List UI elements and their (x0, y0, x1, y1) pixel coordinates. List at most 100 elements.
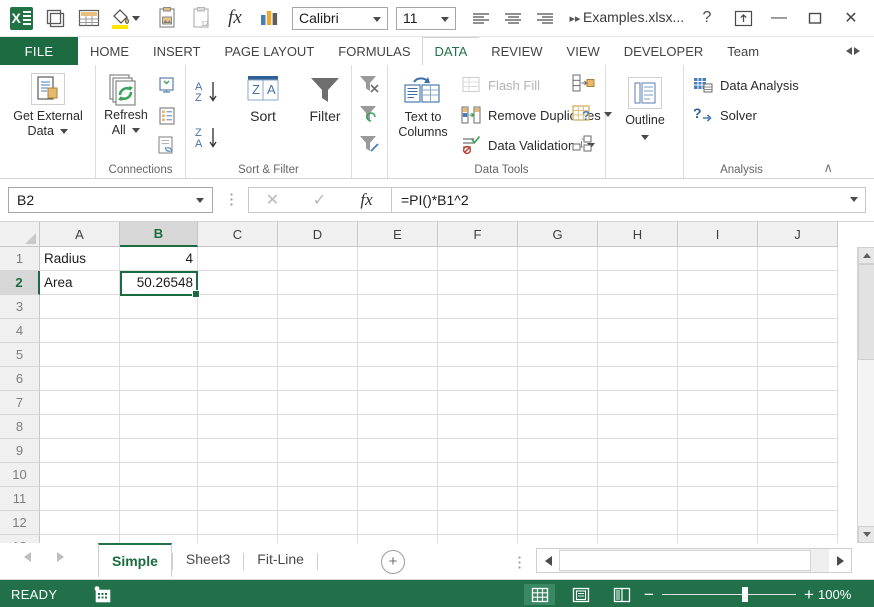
row-header-9[interactable]: 9 (0, 439, 40, 463)
zoom-track[interactable] (662, 584, 796, 605)
cell-i4[interactable] (678, 319, 758, 343)
cell-i11[interactable] (678, 487, 758, 511)
refresh-all-dropdown-icon[interactable] (132, 128, 141, 134)
fill-color-dropdown-icon[interactable] (132, 15, 140, 21)
cell-j7[interactable] (758, 391, 838, 415)
previous-sheet-icon[interactable] (24, 552, 31, 562)
table-icon[interactable] (72, 2, 106, 34)
cell-c3[interactable] (198, 295, 278, 319)
cell-g6[interactable] (518, 367, 598, 391)
cancel-formula-button[interactable]: ✕ (249, 188, 296, 212)
zoom-slider[interactable]: − + (636, 584, 822, 605)
cell-j11[interactable] (758, 487, 838, 511)
cell-b4[interactable] (120, 319, 198, 343)
paste-12-icon[interactable]: 12 (184, 2, 218, 34)
column-header-a[interactable]: A (40, 222, 120, 247)
cell-i6[interactable] (678, 367, 758, 391)
cell-g7[interactable] (518, 391, 598, 415)
cell-b12[interactable] (120, 511, 198, 535)
cell-c1[interactable] (198, 247, 278, 271)
cell-i12[interactable] (678, 511, 758, 535)
cell-b1[interactable]: 4 (120, 247, 198, 271)
cell-e11[interactable] (358, 487, 438, 511)
cell-b5[interactable] (120, 343, 198, 367)
cell-d4[interactable] (278, 319, 358, 343)
cell-h6[interactable] (598, 367, 678, 391)
font-name-dropdown-icon[interactable] (373, 16, 381, 22)
cell-f4[interactable] (438, 319, 518, 343)
close-button[interactable]: ✕ (834, 4, 868, 32)
column-header-g[interactable]: G (518, 222, 598, 247)
row-header-13[interactable]: 13 (0, 535, 40, 543)
page-break-view-button[interactable] (606, 584, 637, 605)
tab-scroll-right-icon[interactable] (854, 47, 860, 55)
cell-a4[interactable] (40, 319, 120, 343)
cell-h5[interactable] (598, 343, 678, 367)
row-header-2[interactable]: 2 (0, 271, 40, 295)
align-right-icon[interactable] (532, 5, 558, 31)
properties-button[interactable] (154, 105, 178, 127)
cell-f7[interactable] (438, 391, 518, 415)
tab-scroll-left-icon[interactable] (846, 47, 852, 55)
zoom-thumb[interactable] (742, 587, 748, 602)
data-analysis-button[interactable]: Data Analysis (692, 75, 799, 95)
cell-a12[interactable] (40, 511, 120, 535)
tab-team[interactable]: Team (715, 37, 772, 65)
tab-home[interactable]: HOME (78, 37, 141, 65)
column-header-h[interactable]: H (598, 222, 678, 247)
cell-f8[interactable] (438, 415, 518, 439)
cell-g10[interactable] (518, 463, 598, 487)
name-box[interactable]: B2 (8, 187, 213, 213)
cell-g5[interactable] (518, 343, 598, 367)
cell-j12[interactable] (758, 511, 838, 535)
tab-data[interactable]: DATA (421, 37, 480, 65)
cell-j5[interactable] (758, 343, 838, 367)
row-header-5[interactable]: 5 (0, 343, 40, 367)
cell-j1[interactable] (758, 247, 838, 271)
cell-b6[interactable] (120, 367, 198, 391)
scroll-right-button[interactable] (829, 549, 851, 572)
vertical-scrollbar[interactable] (857, 247, 874, 543)
clear-filter-button[interactable] (356, 73, 382, 97)
horizontal-scrollbar[interactable] (536, 548, 852, 573)
column-header-f[interactable]: F (438, 222, 518, 247)
column-header-c[interactable]: C (198, 222, 278, 247)
horizontal-scroll-track[interactable] (559, 549, 829, 572)
select-all-corner[interactable] (0, 222, 40, 247)
text-to-columns-button[interactable]: Text to Columns (390, 73, 456, 140)
cell-g8[interactable] (518, 415, 598, 439)
cell-h13[interactable] (598, 535, 678, 543)
cell-b7[interactable] (120, 391, 198, 415)
cell-c11[interactable] (198, 487, 278, 511)
cell-a3[interactable] (40, 295, 120, 319)
cell-j8[interactable] (758, 415, 838, 439)
row-header-4[interactable]: 4 (0, 319, 40, 343)
cell-c4[interactable] (198, 319, 278, 343)
next-sheet-icon[interactable] (57, 552, 64, 562)
tab-insert[interactable]: INSERT (141, 37, 213, 65)
cell-d10[interactable] (278, 463, 358, 487)
font-name-box[interactable]: Calibri (292, 6, 388, 30)
cell-j13[interactable] (758, 535, 838, 543)
tab-review[interactable]: REVIEW (479, 37, 555, 65)
cell-b3[interactable] (120, 295, 198, 319)
cell-a13[interactable] (40, 535, 120, 543)
cell-d7[interactable] (278, 391, 358, 415)
cell-g4[interactable] (518, 319, 598, 343)
column-header-i[interactable]: I (678, 222, 758, 247)
cell-j3[interactable] (758, 295, 838, 319)
cell-c2[interactable] (198, 271, 278, 295)
cell-h2[interactable] (598, 271, 678, 295)
align-center-icon[interactable] (500, 5, 526, 31)
edit-links-button[interactable] (154, 135, 178, 157)
cell-h9[interactable] (598, 439, 678, 463)
cell-d12[interactable] (278, 511, 358, 535)
row-header-3[interactable]: 3 (0, 295, 40, 319)
row-header-10[interactable]: 10 (0, 463, 40, 487)
cell-i1[interactable] (678, 247, 758, 271)
cell-d9[interactable] (278, 439, 358, 463)
formula-bar-grip[interactable] (230, 192, 233, 208)
scroll-down-button[interactable] (858, 526, 874, 543)
cell-d13[interactable] (278, 535, 358, 543)
cell-b9[interactable] (120, 439, 198, 463)
